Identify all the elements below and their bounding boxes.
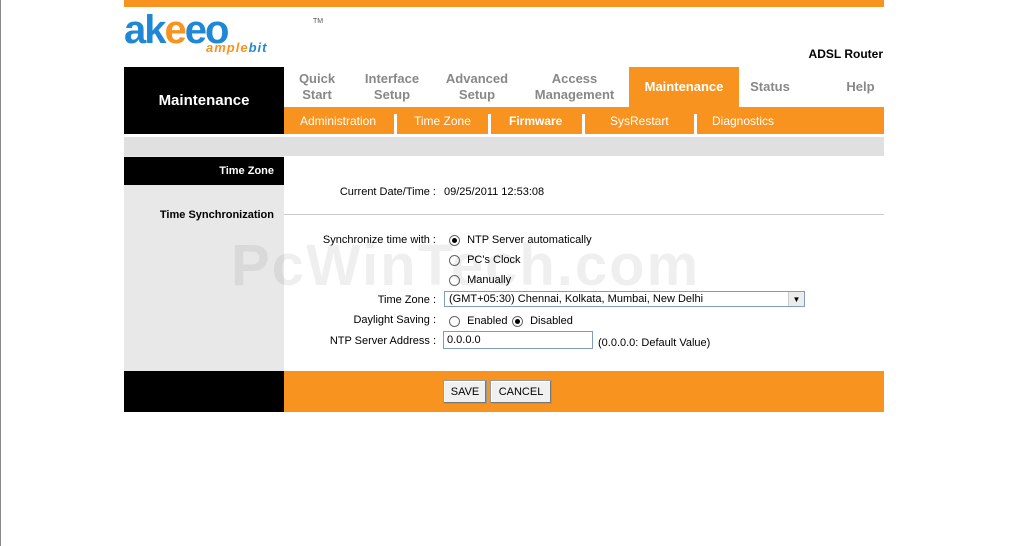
chevron-down-icon[interactable]: ▼ <box>788 292 804 306</box>
subnav-separator <box>488 114 491 134</box>
current-datetime-label: Current Date/Time : <box>339 186 436 198</box>
current-datetime-value: 09/25/2011 12:53:08 <box>444 186 545 198</box>
nav-quick-start[interactable]: Quick Start <box>284 67 350 107</box>
ntp-hint: (0.0.0.0: Default Value) <box>598 337 711 349</box>
dst-label: Daylight Saving : <box>353 314 436 326</box>
dst-option-disabled[interactable]: Disabled <box>512 315 573 327</box>
time-zone-heading: Time Zone <box>124 157 284 185</box>
header-spacer-bar <box>124 137 884 156</box>
footer-left <box>124 371 284 412</box>
sub-nav: Administration Time Zone Firmware SysRes… <box>284 107 884 134</box>
cancel-button[interactable]: CANCEL <box>490 380 552 404</box>
divider <box>284 214 884 215</box>
dst-option-enabled[interactable]: Enabled <box>449 315 507 327</box>
radio-dst-enabled[interactable] <box>449 315 460 327</box>
watermark: PcWinTech.com <box>231 233 701 298</box>
time-sync-heading: Time Synchronization <box>159 209 274 221</box>
subnav-time-zone[interactable]: Time Zone <box>414 107 471 134</box>
nav-help[interactable]: Help <box>801 67 920 107</box>
top-accent-bar <box>124 0 884 7</box>
save-button[interactable]: SAVE <box>443 380 487 404</box>
nav-advanced-setup[interactable]: Advanced Setup <box>434 67 520 107</box>
device-model: ADSL Router <box>808 47 883 61</box>
nav-maintenance[interactable]: Maintenance <box>629 67 739 107</box>
radio-dst-disabled[interactable] <box>512 315 523 327</box>
ntp-server-input[interactable] <box>443 331 593 349</box>
subnav-sysrestart[interactable]: SysRestart <box>610 107 669 134</box>
subnav-diagnostics[interactable]: Diagnostics <box>712 107 774 134</box>
ntp-label: NTP Server Address : <box>329 335 436 347</box>
subnav-firmware[interactable]: Firmware <box>509 107 562 134</box>
footer-bar <box>284 371 884 412</box>
nav-status[interactable]: Status <box>739 67 801 107</box>
nav-access-management[interactable]: Access Management <box>520 67 629 107</box>
subnav-separator <box>694 114 697 134</box>
subnav-separator <box>582 114 585 134</box>
akeeo-logo: akeeo TM amplebit <box>124 8 324 55</box>
nav-interface-setup[interactable]: Interface Setup <box>350 67 434 107</box>
page-title: Maintenance <box>124 67 284 134</box>
subnav-administration[interactable]: Administration <box>300 107 376 134</box>
subnav-separator <box>394 114 397 134</box>
main-nav: Quick Start Interface Setup Advanced Setup … <box>284 67 884 107</box>
